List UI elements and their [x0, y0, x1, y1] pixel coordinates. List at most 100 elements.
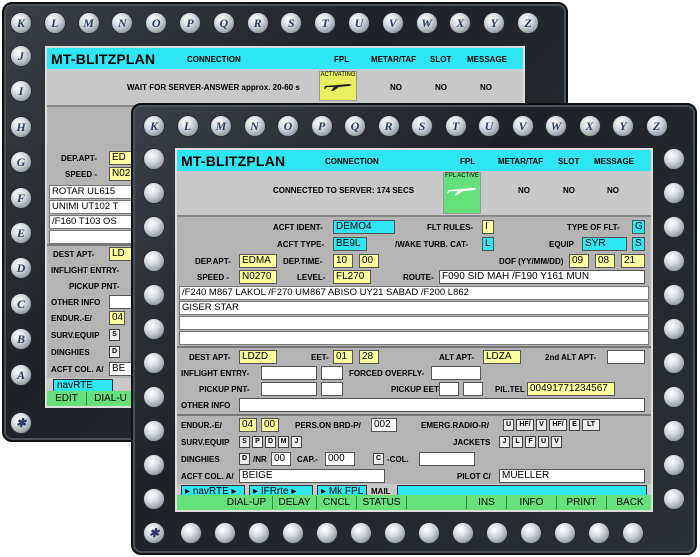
jacket-box-3[interactable]: U — [538, 436, 549, 448]
softkey-print[interactable]: PRINT — [557, 496, 607, 509]
surv-box-4[interactable]: J — [291, 436, 302, 448]
back-side-key-5[interactable]: E — [10, 222, 32, 244]
front-bottom-key-4[interactable] — [316, 522, 338, 544]
back-acft-col-field[interactable]: BE — [109, 362, 133, 376]
back-dinghies-box[interactable]: D — [109, 346, 120, 358]
front-right-key-9[interactable] — [663, 454, 685, 476]
front-side-key-4[interactable] — [143, 284, 165, 306]
softkey-status[interactable]: STATUS — [357, 496, 407, 509]
dest-apt-field[interactable]: LDZD — [239, 350, 277, 364]
front-right-key-7[interactable] — [663, 386, 685, 408]
pickup-time-field[interactable] — [321, 382, 343, 396]
back-route-line-1[interactable]: ROTAR UL615 — [49, 185, 133, 199]
front-bottom-key-8[interactable] — [452, 522, 474, 544]
back-other-field[interactable] — [109, 295, 133, 309]
front-side-key-10[interactable] — [143, 488, 165, 510]
pickup-field[interactable] — [261, 382, 317, 396]
front-right-key-6[interactable] — [663, 352, 685, 374]
back-dest-apt-field[interactable]: LD — [109, 247, 133, 261]
back-key-r[interactable]: R — [246, 12, 269, 34]
cap-field[interactable]: 000 — [325, 452, 355, 466]
back-key-l[interactable]: L — [43, 12, 66, 34]
route-line-1[interactable]: /F240 M867 LAKOL /F270 UM867 ABISO UY21 … — [179, 286, 649, 300]
speed-field[interactable]: N0270 — [239, 270, 277, 284]
front-side-key-2[interactable] — [143, 216, 165, 238]
alt2-apt-field[interactable] — [607, 350, 645, 364]
back-key-k[interactable]: K — [10, 12, 32, 34]
front-bottom-key-10[interactable] — [520, 522, 542, 544]
front-key-o[interactable]: O — [277, 115, 299, 137]
front-key-r[interactable]: R — [377, 115, 400, 137]
back-dep-apt-field[interactable]: ED — [109, 151, 133, 165]
dinghies-nr-field[interactable]: 00 — [271, 452, 291, 466]
surv-box-3[interactable]: M — [278, 436, 289, 448]
level-field[interactable]: FL270 — [333, 270, 371, 284]
front-key-star[interactable]: ✱ — [143, 522, 165, 544]
front-right-key-3[interactable] — [663, 250, 685, 272]
softkey-cncl[interactable]: CNCL — [317, 496, 357, 509]
back-route-line-2[interactable]: UNIMI UT102 T — [49, 200, 133, 214]
front-side-key-0[interactable] — [143, 148, 165, 170]
pers-field[interactable]: 002 — [371, 418, 397, 432]
front-key-p[interactable]: P — [310, 115, 333, 137]
front-bottom-key-0[interactable] — [180, 522, 202, 544]
dep-time-hours[interactable]: 10 — [333, 254, 353, 268]
front-side-key-5[interactable] — [143, 318, 165, 340]
softkey-back[interactable]: BACK — [607, 496, 651, 509]
jacket-box-0[interactable]: J — [499, 436, 510, 448]
surv-box-0[interactable]: S — [239, 436, 250, 448]
front-key-n[interactable]: N — [243, 115, 266, 137]
pilot-field[interactable]: MUELLER — [499, 469, 645, 483]
softkey-info[interactable]: INFO — [507, 496, 557, 509]
back-route-line-4[interactable] — [49, 230, 133, 244]
front-bottom-key-2[interactable] — [248, 522, 270, 544]
emerg-box-2[interactable]: V — [536, 419, 547, 431]
front-bottom-key-6[interactable] — [384, 522, 406, 544]
back-key-p[interactable]: P — [179, 12, 201, 34]
dof-year[interactable]: 09 — [569, 254, 589, 268]
dof-month[interactable]: 08 — [595, 254, 615, 268]
front-bottom-key-12[interactable] — [588, 522, 610, 544]
alt-apt-field[interactable]: LDZA — [483, 350, 521, 364]
front-side-key-7[interactable] — [143, 386, 165, 408]
emerg-box-3[interactable]: HF/ — [549, 419, 567, 431]
dinghies-box[interactable]: D — [239, 453, 250, 465]
acft-ident-field[interactable]: DEMO4 — [333, 220, 395, 234]
eet-hours[interactable]: 01 — [333, 350, 353, 364]
front-key-z[interactable]: Z — [645, 115, 668, 137]
back-side-key-7[interactable]: C — [10, 292, 32, 315]
back-route-line-3[interactable]: /F160 T103 OS — [49, 215, 133, 229]
back-side-key-2[interactable]: H — [10, 115, 32, 138]
front-right-key-4[interactable] — [663, 284, 685, 306]
route-line-4[interactable] — [179, 331, 649, 345]
front-bottom-key-9[interactable] — [486, 522, 508, 544]
route-line-2[interactable]: GISER STAR — [179, 301, 649, 315]
jacket-box-1[interactable]: L — [512, 436, 523, 448]
back-key-q[interactable]: Q — [212, 12, 235, 34]
other-info-field[interactable] — [239, 398, 645, 412]
inflight-time-field[interactable] — [321, 366, 343, 380]
acft-col-field[interactable]: BEIGE — [239, 469, 385, 483]
col-box[interactable]: C — [373, 453, 384, 465]
front-bottom-key-3[interactable] — [282, 522, 304, 544]
endur-minutes[interactable]: 00 — [261, 418, 279, 432]
flt-rules-field[interactable]: I — [482, 220, 494, 234]
emerg-box-0[interactable]: U — [503, 419, 514, 431]
emerg-box-4[interactable]: E — [569, 419, 580, 431]
front-right-key-5[interactable] — [663, 318, 685, 340]
back-surv-box[interactable]: S — [109, 329, 120, 341]
front-key-t[interactable]: T — [444, 115, 467, 137]
surv-box-1[interactable]: P — [252, 436, 263, 448]
front-key-s[interactable]: S — [411, 115, 433, 137]
front-key-u[interactable]: U — [478, 115, 500, 137]
front-key-m[interactable]: M — [210, 115, 232, 137]
front-right-key-1[interactable] — [663, 182, 685, 204]
front-key-x[interactable]: X — [578, 115, 601, 137]
emerg-box-5[interactable]: LT — [582, 419, 600, 431]
emerg-box-1[interactable]: HF/ — [516, 419, 534, 431]
front-bottom-key-13[interactable] — [622, 522, 644, 544]
front-key-l[interactable]: L — [176, 115, 199, 137]
eet-minutes[interactable]: 28 — [359, 350, 379, 364]
front-right-key-0[interactable] — [663, 148, 685, 170]
front-bottom-key-5[interactable] — [350, 522, 372, 544]
